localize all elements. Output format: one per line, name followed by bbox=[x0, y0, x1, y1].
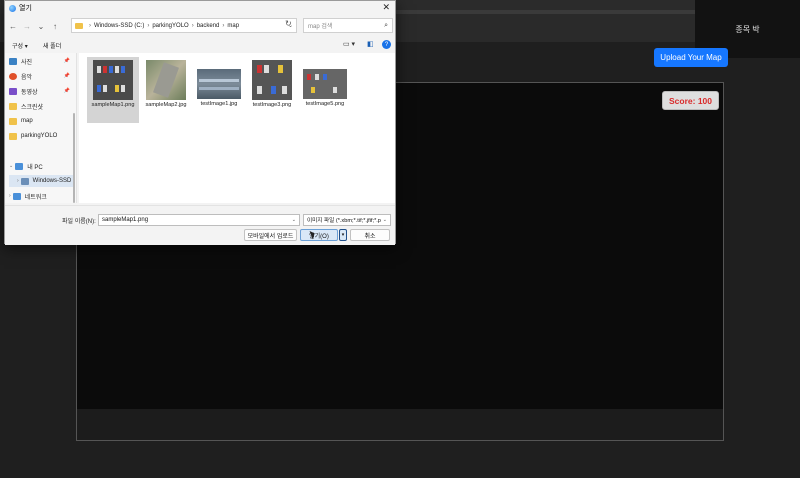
file-name: sampleMap1.png bbox=[91, 102, 135, 108]
navigation-pane: 사진 📌 음악 📌 동영상 📌 스크린샷 map parkingYOLO ⌄ 내… bbox=[5, 53, 77, 203]
file-item-samplemap1[interactable]: sampleMap1.png bbox=[87, 57, 139, 123]
sidebar-item-label: parkingYOLO bbox=[21, 133, 58, 139]
sidebar-item-label: 내 PC bbox=[27, 164, 43, 171]
photos-icon bbox=[9, 57, 17, 65]
new-folder-button[interactable]: 새 폴더 bbox=[43, 41, 61, 50]
filetype-value: 이미지 파일 (*.xbm;*.tif;*.jfif;*.p bbox=[307, 218, 381, 224]
expand-chevron-icon[interactable]: ⌄ bbox=[9, 163, 13, 169]
music-icon bbox=[9, 72, 17, 80]
file-name: sampleMap2.jpg bbox=[145, 102, 187, 108]
recent-locations-icon[interactable]: ⌄ bbox=[35, 22, 47, 31]
file-name: testImage5.png bbox=[305, 101, 345, 107]
pc-icon bbox=[15, 162, 24, 170]
sidebar-item-label: 스크린샷 bbox=[21, 104, 44, 111]
breadcrumb-item[interactable]: map bbox=[227, 23, 239, 29]
open-file-dialog: 열기 ✕ ← → ⌄ ↑ › Windows-SSD (C:) › parkin… bbox=[4, 0, 396, 245]
close-icon[interactable]: ✕ bbox=[382, 2, 390, 13]
refresh-icon[interactable]: ↻ bbox=[285, 19, 292, 28]
upload-from-mobile-button[interactable]: 모바일에서 업로드 bbox=[244, 229, 297, 241]
sidebar-item-label: 네트워크 bbox=[24, 194, 47, 201]
pin-icon: 📌 bbox=[63, 73, 70, 79]
file-name: testImage1.jpg bbox=[200, 101, 238, 107]
filetype-select[interactable]: 이미지 파일 (*.xbm;*.tif;*.jfif;*.p ⌄ bbox=[303, 214, 391, 226]
pin-icon: 📌 bbox=[63, 88, 70, 94]
open-button[interactable]: 열기(O) bbox=[300, 229, 338, 241]
file-list: sampleMap1.png sampleMap2.jpg testImage1… bbox=[79, 53, 395, 203]
sidebar-item-label: 동영상 bbox=[21, 89, 38, 96]
parking-lot-thumbnail bbox=[93, 60, 133, 100]
sidebar-item-this-pc[interactable]: ⌄ 내 PC bbox=[9, 160, 75, 172]
folder-icon bbox=[9, 102, 17, 110]
sidebar-item-map[interactable]: map bbox=[9, 115, 75, 127]
video-icon bbox=[9, 87, 17, 95]
sidebar-item-label: Windows-SSD bbox=[32, 178, 72, 184]
file-name: testImage3.png bbox=[252, 102, 292, 108]
parking-lot-thumbnail bbox=[252, 60, 292, 100]
cancel-button[interactable]: 취소 bbox=[350, 229, 390, 241]
aerial-photo-thumbnail bbox=[197, 69, 241, 99]
filename-value: sampleMap1.png bbox=[102, 217, 149, 223]
navigation-row: ← → ⌄ ↑ › Windows-SSD (C:) › parkingYOLO… bbox=[5, 18, 395, 34]
dialog-toolbar: 구성 ▾ 새 폴더 ▭ ▾ ◧ ? bbox=[5, 39, 395, 52]
chevron-down-icon: ▾ bbox=[341, 232, 345, 238]
open-options-dropdown[interactable]: ▾ bbox=[339, 229, 347, 241]
sidebar-item-windows-ssd[interactable]: › Windows-SSD bbox=[9, 175, 75, 187]
sidebar-item-music[interactable]: 음악 📌 bbox=[9, 70, 75, 82]
preview-pane-icon[interactable]: ◧ bbox=[367, 40, 374, 48]
sidebar-item-screenshots[interactable]: 스크린샷 bbox=[9, 100, 75, 112]
search-input[interactable]: map 검색 ⌕ bbox=[303, 18, 393, 33]
dialog-footer: 파일 이름(N): sampleMap1.png ⌄ 이미지 파일 (*.xbm… bbox=[5, 205, 395, 245]
file-item-testimage5[interactable]: testImage5.png bbox=[299, 57, 351, 123]
sidebar-item-label: 사진 bbox=[21, 59, 33, 66]
drive-icon bbox=[20, 177, 29, 185]
filename-label: 파일 이름(N): bbox=[62, 219, 96, 225]
chevron-down-icon: ⌄ bbox=[382, 217, 387, 223]
dialog-title: 열기 bbox=[19, 5, 32, 12]
breadcrumb-item[interactable]: parkingYOLO bbox=[152, 23, 188, 29]
breadcrumb-chevron-icon: › bbox=[89, 22, 91, 29]
navigation-pane-scrollbar[interactable] bbox=[73, 53, 76, 203]
breadcrumb-chevron-icon: › bbox=[222, 22, 225, 29]
help-icon[interactable]: ? bbox=[382, 40, 391, 49]
search-icon: ⌕ bbox=[384, 21, 388, 29]
browser-app-icon bbox=[9, 4, 16, 12]
breadcrumb-chevron-icon: › bbox=[147, 22, 150, 29]
sidebar-item-label: map bbox=[21, 118, 33, 124]
file-item-testimage1[interactable]: testImage1.jpg bbox=[193, 57, 245, 123]
chevron-down-icon[interactable]: ⌄ bbox=[292, 217, 296, 223]
organize-menu[interactable]: 구성 ▾ bbox=[12, 41, 28, 50]
dialog-titlebar: 열기 ✕ bbox=[5, 1, 395, 15]
organize-label: 구성 bbox=[12, 44, 24, 50]
pin-icon: 📌 bbox=[63, 58, 70, 64]
folder-icon bbox=[75, 22, 83, 29]
back-arrow-icon[interactable]: ← bbox=[7, 22, 19, 31]
view-options-icon[interactable]: ▭ ▾ bbox=[343, 40, 355, 48]
breadcrumb-item[interactable]: backend bbox=[197, 23, 220, 29]
score-badge: Score: 100 bbox=[662, 91, 719, 110]
folder-icon bbox=[9, 117, 17, 125]
folder-icon bbox=[9, 132, 17, 140]
breadcrumb-item[interactable]: Windows-SSD (C:) bbox=[94, 23, 144, 29]
upload-map-button[interactable]: Upload Your Map bbox=[654, 48, 728, 67]
address-bar[interactable]: › Windows-SSD (C:) › parkingYOLO › backe… bbox=[71, 18, 297, 33]
search-placeholder: map 검색 bbox=[308, 24, 333, 30]
sidebar-item-label: 음악 bbox=[21, 74, 33, 81]
sidebar-item-parkingyolo[interactable]: parkingYOLO bbox=[9, 130, 75, 142]
file-item-samplemap2[interactable]: sampleMap2.jpg bbox=[140, 57, 192, 123]
expand-chevron-icon[interactable]: › bbox=[17, 178, 19, 184]
forward-arrow-icon[interactable]: → bbox=[21, 22, 33, 31]
network-icon bbox=[12, 192, 21, 200]
scrollbar-thumb[interactable] bbox=[73, 113, 75, 203]
sidebar-item-photos[interactable]: 사진 📌 bbox=[9, 55, 75, 67]
sidebar-item-network[interactable]: › 네트워크 bbox=[9, 190, 75, 202]
filename-input[interactable]: sampleMap1.png ⌄ bbox=[98, 214, 300, 226]
expand-chevron-icon[interactable]: › bbox=[9, 193, 11, 199]
parking-lot-thumbnail bbox=[303, 69, 347, 99]
aerial-photo-thumbnail bbox=[146, 60, 186, 100]
up-arrow-icon[interactable]: ↑ bbox=[49, 22, 61, 31]
sidebar-item-videos[interactable]: 동영상 📌 bbox=[9, 85, 75, 97]
breadcrumb-chevron-icon: › bbox=[191, 22, 194, 29]
file-item-testimage3[interactable]: testImage3.png bbox=[246, 57, 298, 123]
